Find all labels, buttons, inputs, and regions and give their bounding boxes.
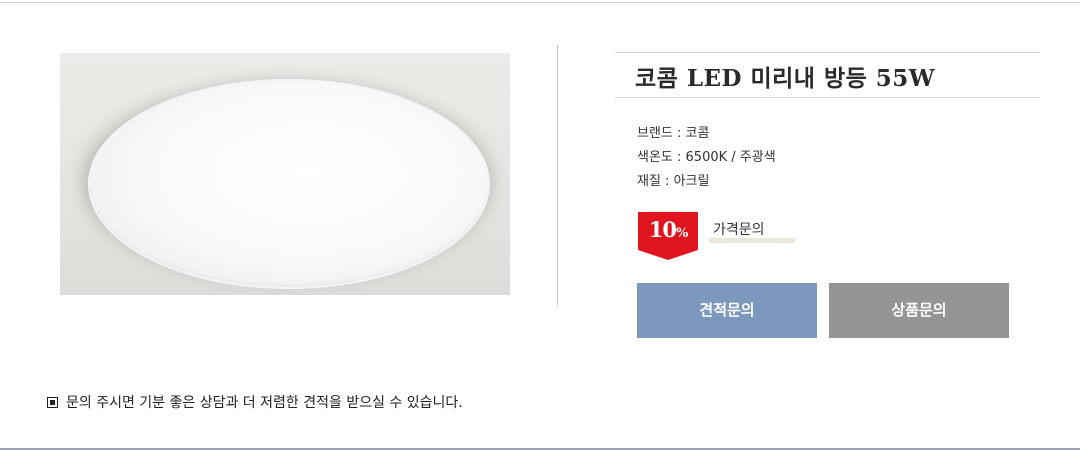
square-bullet-icon xyxy=(47,396,58,408)
discount-badge: 10% xyxy=(638,212,698,260)
spec-color-temperature: 색온도 : 6500K / 주광색 xyxy=(637,150,776,165)
top-divider xyxy=(0,2,1080,3)
ceiling-lamp-icon xyxy=(88,79,490,289)
product-specs: 브랜드 : 코콤 색온도 : 6500K / 주광색 재질 : 아크릴 xyxy=(637,122,776,194)
notice: 문의 주시면 기분 좋은 상담과 더 저렴한 견적을 받으실 수 있습니다. xyxy=(47,392,463,412)
discount-percent-sign: % xyxy=(675,226,688,241)
product-title-box: 코콤 LED 미리내 방등 55W xyxy=(615,52,1040,98)
notice-text: 문의 주시면 기분 좋은 상담과 더 저렴한 견적을 받으실 수 있습니다. xyxy=(66,395,463,411)
quote-inquiry-button[interactable]: 견적문의 xyxy=(637,283,817,338)
vertical-divider xyxy=(557,45,558,305)
product-image xyxy=(60,53,510,295)
spec-material: 재질 : 아크릴 xyxy=(637,174,710,189)
discount-number: 10 xyxy=(648,217,677,242)
product-title: 코콤 LED 미리내 방등 55W xyxy=(635,65,936,92)
price-inquiry-label: 가격문의 xyxy=(713,222,765,238)
discount-value: 10% xyxy=(638,217,698,242)
product-inquiry-button[interactable]: 상품문의 xyxy=(829,283,1009,338)
spec-brand: 브랜드 : 코콤 xyxy=(637,126,710,141)
product-page: 코콤 LED 미리내 방등 55W 브랜드 : 코콤 색온도 : 6500K /… xyxy=(0,0,1080,450)
